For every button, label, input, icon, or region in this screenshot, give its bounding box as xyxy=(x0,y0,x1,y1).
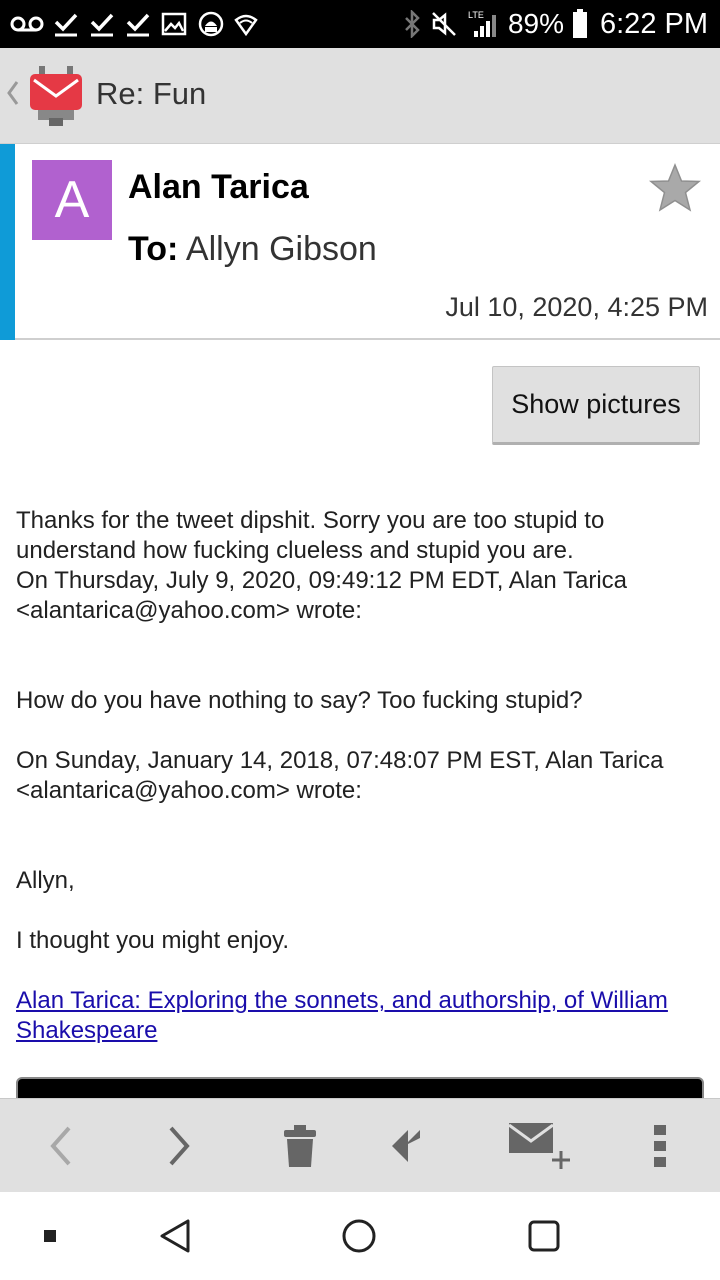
check-icon xyxy=(126,13,150,37)
delete-button[interactable] xyxy=(250,1099,350,1193)
overview-button[interactable] xyxy=(514,1192,574,1280)
recipient-line: To: Allyn Gibson xyxy=(128,230,377,269)
check-icon xyxy=(54,13,78,37)
k9-mail-logo-icon[interactable] xyxy=(26,64,86,128)
body-paragraph: I thought you might enjoy. xyxy=(16,927,290,954)
shared-link[interactable]: Alan Tarica: Exploring the sonnets, and … xyxy=(16,987,668,1044)
overview-icon xyxy=(528,1220,560,1252)
avatar[interactable]: A xyxy=(32,160,112,240)
bluetooth-icon xyxy=(405,10,420,38)
mute-icon xyxy=(432,12,456,36)
battery-icon xyxy=(573,9,587,38)
message-subject: Re: Fun xyxy=(96,76,207,111)
recent-apps-button[interactable] xyxy=(30,1192,70,1280)
lte-signal-icon: LTE xyxy=(468,10,496,37)
body-paragraph: How do you have nothing to say? Too fuck… xyxy=(16,687,583,714)
app-bar: Re: Fun xyxy=(0,48,720,144)
body-paragraph: Thanks for the tweet dipshit. Sorry you … xyxy=(16,507,605,564)
show-pictures-button[interactable]: Show pictures xyxy=(492,366,700,445)
previous-button[interactable] xyxy=(10,1099,110,1193)
voicemail-icon xyxy=(10,16,44,32)
message-date: Jul 10, 2020, 4:25 PM xyxy=(445,292,708,322)
to-label: To: xyxy=(128,230,179,268)
quote-header: On Thursday, July 9, 2020, 09:49:12 PM E… xyxy=(16,567,628,624)
home-button[interactable] xyxy=(329,1192,389,1280)
recipient-name[interactable]: Allyn Gibson xyxy=(186,230,377,268)
previous-icon xyxy=(50,1126,71,1166)
back-icon xyxy=(160,1219,190,1253)
status-bar-system: LTE 89% 6:22 PM xyxy=(402,6,708,42)
star-icon[interactable] xyxy=(648,162,702,214)
clock: 6:22 PM xyxy=(600,7,708,40)
status-bar: LTE 89% 6:22 PM xyxy=(0,0,720,48)
quote-header: On Sunday, January 14, 2018, 07:48:07 PM… xyxy=(16,747,664,804)
message-toolbar xyxy=(0,1098,720,1192)
system-nav-bar xyxy=(0,1192,720,1280)
compose-button[interactable] xyxy=(490,1099,590,1193)
next-button[interactable] xyxy=(130,1099,230,1193)
battery-percent: 89% xyxy=(507,8,564,39)
message-body: Thanks for the tweet dipshit. Sorry you … xyxy=(16,506,712,1046)
overflow-menu-icon xyxy=(654,1125,666,1167)
wifi-icon xyxy=(234,14,258,36)
compose-icon xyxy=(508,1123,570,1169)
check-icon xyxy=(90,13,114,37)
reply-all-button[interactable] xyxy=(370,1099,470,1193)
delete-icon xyxy=(284,1125,316,1167)
sender-name[interactable]: Alan Tarica xyxy=(128,168,309,207)
next-icon xyxy=(169,1126,190,1166)
status-bar-notifications xyxy=(10,8,258,40)
account-color-stripe xyxy=(0,144,15,340)
overflow-menu-button[interactable] xyxy=(610,1099,710,1193)
android-debug-icon xyxy=(198,11,224,37)
home-icon xyxy=(342,1219,376,1253)
image-icon xyxy=(161,12,187,36)
message-header: A Alan Tarica To: Allyn Gibson Jul 10, 2… xyxy=(0,144,720,340)
greeting: Allyn, xyxy=(16,867,75,894)
back-button[interactable] xyxy=(145,1192,205,1280)
lte-label: LTE xyxy=(468,10,484,20)
chevron-left-icon[interactable] xyxy=(6,78,20,108)
reply-all-icon xyxy=(392,1130,420,1162)
recent-apps-icon xyxy=(44,1230,56,1242)
